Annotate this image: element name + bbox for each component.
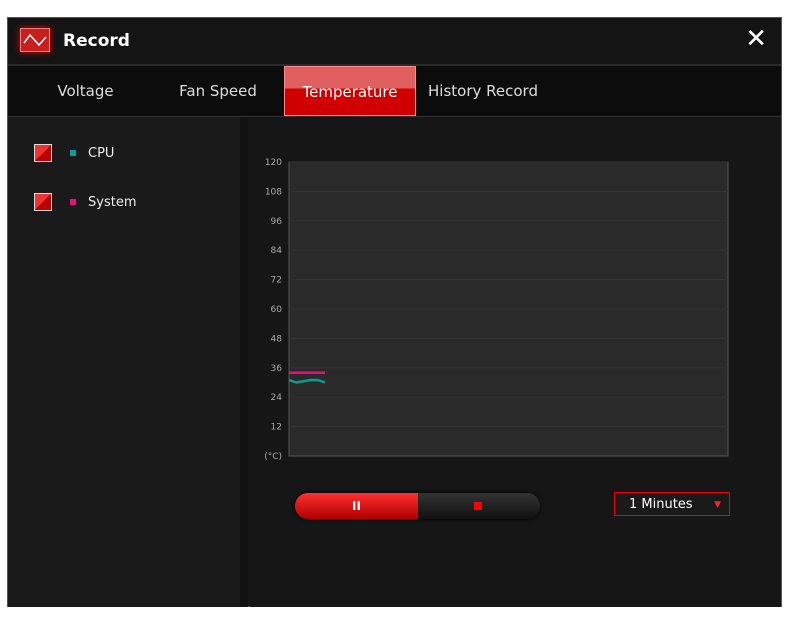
pause-button[interactable]: II: [295, 493, 418, 519]
tab-history-record[interactable]: History Record: [418, 66, 548, 116]
title-bar: Record ✕: [8, 18, 781, 66]
y-tick-label: 84: [271, 246, 283, 256]
y-tick-label: 24: [271, 393, 283, 403]
legend-sidebar: CPU System: [8, 117, 248, 607]
record-window: Record ✕ Voltage Fan Speed Temperature H…: [7, 17, 782, 607]
legend-label: System: [88, 194, 137, 210]
window-title: Record: [63, 31, 130, 51]
tab-voltage[interactable]: Voltage: [38, 66, 133, 116]
y-tick-label: 72: [271, 276, 282, 286]
y-tick-label: 96: [271, 217, 283, 227]
interval-dropdown[interactable]: 1 Minutes ▼: [614, 492, 730, 516]
tab-bar: Voltage Fan Speed Temperature History Re…: [8, 66, 781, 117]
temperature-chart: 12 24 36 48 60 72 84 96 108 120 (°C): [264, 158, 729, 462]
y-tick-label: 48: [271, 334, 283, 344]
cpu-color-swatch: [70, 150, 76, 156]
dropdown-arrow-icon: ▼: [714, 500, 721, 510]
interval-value: 1 Minutes: [629, 497, 693, 512]
tab-temperature[interactable]: Temperature: [284, 66, 416, 116]
playback-control: II: [295, 493, 540, 519]
y-tick-label: 108: [265, 187, 282, 197]
y-tick-label: 36: [271, 364, 283, 374]
chart-panel: 12 24 36 48 60 72 84 96 108 120 (°C) II 1 Minutes …: [250, 117, 781, 607]
y-tick-label: 60: [271, 305, 283, 315]
y-tick-label: 120: [265, 158, 282, 168]
y-axis-unit: (°C): [264, 452, 282, 462]
stop-icon: [474, 502, 482, 510]
cpu-checkbox[interactable]: [34, 144, 52, 162]
y-tick-label: 12: [271, 423, 282, 433]
system-checkbox[interactable]: [34, 193, 52, 211]
legend-label: CPU: [88, 145, 115, 161]
record-app-icon: [20, 28, 50, 52]
legend-item-cpu: CPU: [34, 143, 114, 163]
tab-fan-speed[interactable]: Fan Speed: [158, 66, 278, 116]
legend-item-system: System: [34, 192, 136, 212]
system-color-swatch: [70, 199, 76, 205]
stop-button[interactable]: [418, 493, 540, 519]
close-icon[interactable]: ✕: [745, 24, 767, 54]
